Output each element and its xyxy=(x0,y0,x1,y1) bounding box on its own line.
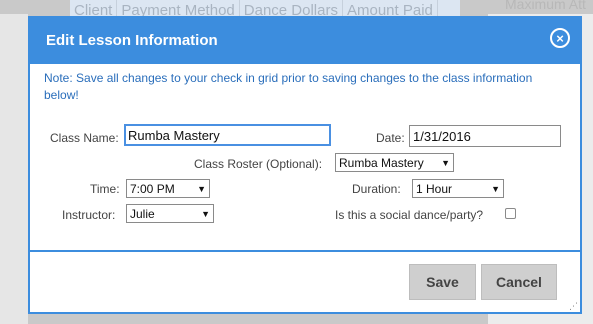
close-icon[interactable]: × xyxy=(550,28,570,48)
dialog-title: Edit Lesson Information xyxy=(46,32,218,49)
time-value: 7:00 PM xyxy=(130,181,175,196)
date-input[interactable] xyxy=(409,125,561,147)
resize-grip-icon[interactable]: ⋰ xyxy=(569,302,578,311)
background-maximum-label: Maximum Att xyxy=(505,0,586,12)
social-dance-checkbox[interactable] xyxy=(505,208,516,219)
class-roster-label: Class Roster (Optional): xyxy=(194,157,323,171)
background-left-strip xyxy=(0,14,28,324)
class-name-label: Class Name: xyxy=(50,131,119,145)
time-select[interactable]: 7:00 PM ▼ xyxy=(126,179,210,198)
social-dance-label: Is this a social dance/party? xyxy=(335,208,484,222)
cancel-button[interactable]: Cancel xyxy=(481,264,557,300)
chevron-down-icon: ▼ xyxy=(197,183,206,194)
class-roster-value: Rumba Mastery xyxy=(339,155,424,170)
chevron-down-icon: ▼ xyxy=(491,183,500,194)
save-warning-note: Note: Save all changes to your check in … xyxy=(44,71,533,102)
duration-label: Duration: xyxy=(352,182,401,196)
class-name-input[interactable] xyxy=(124,124,331,146)
class-roster-select[interactable]: Rumba Mastery ▼ xyxy=(335,153,454,172)
edit-lesson-dialog: Edit Lesson Information × Note: Save all… xyxy=(28,16,582,314)
instructor-select[interactable]: Julie ▼ xyxy=(126,204,214,223)
instructor-label: Instructor: xyxy=(62,208,116,222)
duration-value: 1 Hour xyxy=(416,181,453,196)
chevron-down-icon: ▼ xyxy=(441,157,450,168)
date-label: Date: xyxy=(376,131,405,145)
duration-select[interactable]: 1 Hour ▼ xyxy=(412,179,504,198)
dialog-title-bar: Edit Lesson Information × xyxy=(30,18,580,64)
save-button[interactable]: Save xyxy=(409,264,476,300)
time-label: Time: xyxy=(90,182,120,196)
dialog-footer-divider xyxy=(30,250,580,252)
chevron-down-icon: ▼ xyxy=(201,208,210,219)
instructor-value: Julie xyxy=(130,206,155,221)
